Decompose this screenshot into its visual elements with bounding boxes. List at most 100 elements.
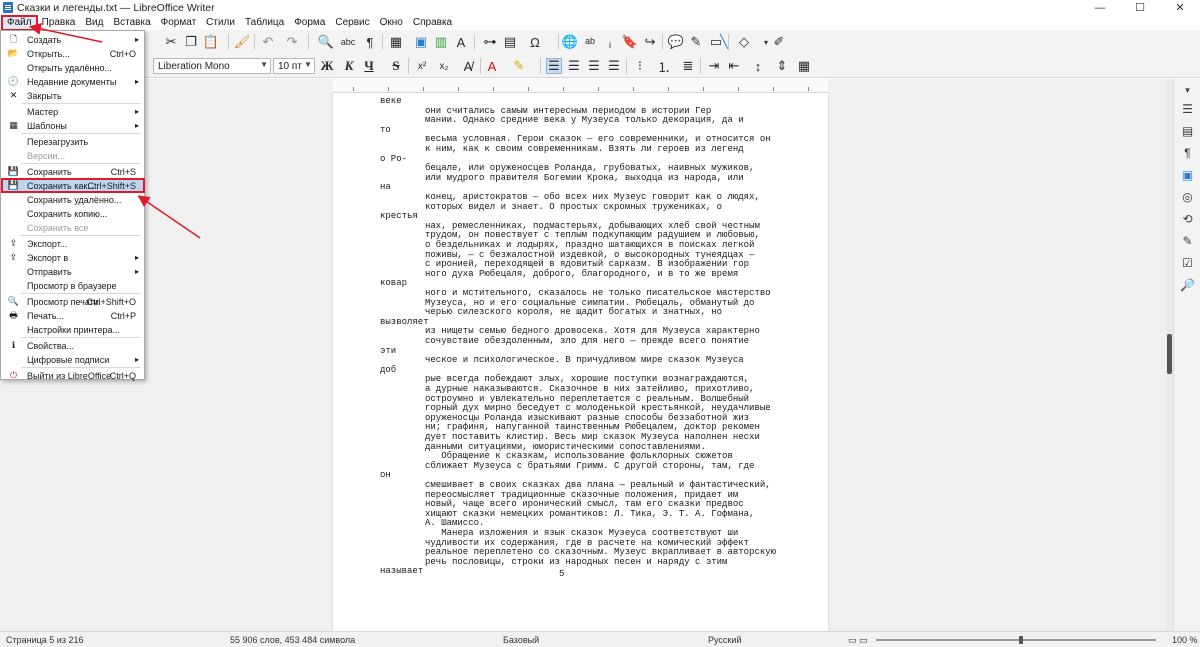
document-text-line[interactable]: Обращение к сказкам, использование фольк… — [425, 451, 733, 461]
document-text-line[interactable]: Музеуса, но и его социальные симпатии. Р… — [425, 298, 754, 308]
document-page[interactable]: веке они считались самым интересным перио… — [333, 93, 828, 631]
word-count[interactable]: 55 906 слов, 453 484 символа — [230, 635, 355, 645]
increase-indent-icon[interactable]: ⇥ — [706, 58, 722, 74]
strikethrough-icon[interactable]: S — [388, 58, 404, 74]
navigator-icon[interactable]: ◎ — [1180, 189, 1195, 204]
manage-changes-icon[interactable]: ⟲ — [1180, 211, 1195, 226]
document-text-line[interactable]: мании. Однако средние века у Музеуса тол… — [425, 115, 744, 125]
numbering-icon[interactable]: ⒈ — [656, 58, 672, 75]
sidebar-menu-icon[interactable]: ▾ — [1180, 83, 1195, 98]
align-right-icon[interactable]: ☰ — [586, 58, 602, 74]
menu-window[interactable]: Окно — [375, 16, 408, 30]
document-text-line[interactable]: трудом, он повествует с теплым подкупающ… — [425, 230, 760, 240]
close-button[interactable]: ✕ — [1160, 0, 1200, 15]
document-text-line[interactable]: ного и мстительного, сказалось не только… — [425, 288, 771, 298]
document-text-line[interactable]: сочувствие обездоленным, зло для него — … — [425, 336, 749, 346]
page-icon[interactable]: ▤ — [1180, 123, 1195, 138]
spelling-icon[interactable]: abc — [340, 34, 356, 50]
file-menu-item[interactable]: ▦ Шаблоны ▸ — [2, 119, 144, 132]
paragraph-spacing-icon[interactable]: ↕ — [750, 58, 766, 74]
menu-help[interactable]: Справка — [408, 16, 457, 30]
menu-file[interactable]: Файл — [1, 14, 38, 31]
paste-icon[interactable]: 📋 — [203, 34, 219, 50]
insert-textbox-icon[interactable]: A — [453, 34, 469, 50]
accessibility-check-icon[interactable]: ☑ — [1180, 255, 1195, 270]
file-menu-item[interactable]: Открыть удалённо... — [2, 61, 144, 74]
file-menu-item[interactable]: 🔍 Просмотр печати Ctrl+Shift+O — [2, 295, 144, 308]
footnote-icon[interactable]: ᵃᵇ — [582, 34, 598, 50]
document-text-line[interactable]: реальное переплетено со сказочным. Музеу… — [425, 547, 776, 557]
file-menu-item[interactable]: Перезагрузить — [2, 135, 144, 148]
vertical-scrollbar[interactable] — [1166, 79, 1173, 631]
zoom-slider[interactable] — [876, 636, 1156, 644]
scrollbar-thumb[interactable] — [1167, 334, 1172, 374]
document-text-line[interactable]: переосмысляет традиционные сказочные пол… — [425, 490, 738, 500]
undo-icon[interactable]: ↶ — [260, 34, 276, 50]
document-text-line[interactable]: нах, ремесленниках, подмастерьях, добыва… — [425, 221, 760, 231]
document-text-line[interactable]: новый, чаще всего иронический смысл, там… — [425, 499, 744, 509]
document-text-line[interactable]: оруженосцы Роланда изыскивают разные спо… — [425, 413, 749, 423]
maximize-button[interactable]: ☐ — [1120, 0, 1160, 15]
document-text-line[interactable]: хищают сказки немецких романтиков: Л. Ти… — [425, 509, 754, 519]
document-text-line[interactable]: черью силезского короля, не щадит богаты… — [425, 307, 722, 317]
menu-form[interactable]: Форма — [289, 16, 330, 30]
document-text-line[interactable]: о бездельниках и лодырях, праздно шатающ… — [425, 240, 754, 250]
comment-icon[interactable]: 💬 — [668, 34, 684, 50]
document-text-line[interactable]: а дурные наказываются. Сказочное в них з… — [425, 384, 754, 394]
insert-line-icon[interactable]: ╲ — [716, 34, 732, 50]
document-text-line[interactable]: речь пословицы, строки из народных песен… — [425, 557, 727, 567]
properties-icon[interactable]: ☰ — [1180, 101, 1195, 116]
file-menu-item[interactable]: 💾 Сохранить Ctrl+S — [2, 165, 144, 178]
italic-icon[interactable]: К — [341, 58, 357, 74]
insert-image-icon[interactable]: ▣ — [413, 34, 429, 50]
file-menu-item[interactable]: 💾 Сохранить как... Ctrl+Shift+S — [1, 178, 145, 193]
page-style[interactable]: Базовый — [503, 635, 539, 645]
document-text-line[interactable]: А. Шамиссо. — [425, 518, 484, 528]
document-text-line[interactable]: ни; графиня, напуганной таинственным Рюб… — [425, 422, 760, 432]
file-menu-item[interactable]: Просмотр в браузере — [2, 279, 144, 292]
file-menu-item[interactable]: Настройки принтера... — [2, 323, 144, 336]
file-menu-item[interactable]: Цифровые подписи ▸ — [2, 353, 144, 366]
redo-icon[interactable]: ↷ — [284, 34, 300, 50]
menu-edit[interactable]: Правка — [37, 16, 81, 30]
bullets-icon[interactable]: ⁝ — [632, 58, 648, 74]
bookmark-icon[interactable]: 🔖 — [622, 34, 638, 50]
font-size-box[interactable]: 10 пт ▼ — [273, 58, 315, 74]
document-text-line[interactable]: или мудрого правителя Богемии Крока, вых… — [425, 173, 744, 183]
decrease-indent-icon[interactable]: ⇤ — [726, 58, 742, 74]
chevron-down-icon[interactable]: ▼ — [304, 60, 312, 69]
document-text-line[interactable]: бецале, или оруженосцев Роланда, грубова… — [425, 163, 754, 173]
find-replace-icon[interactable]: 🔍 — [318, 34, 334, 50]
menu-insert[interactable]: Вставка — [108, 16, 155, 30]
file-menu-item[interactable]: Отправить ▸ — [2, 265, 144, 278]
document-text-line[interactable]: которых видел и знает. О простых скромны… — [425, 202, 722, 212]
formatting-marks-icon[interactable]: ¶ — [362, 34, 378, 50]
document-text-line[interactable]: весьма условная. Герои сказок — его совр… — [425, 134, 771, 144]
document-text-line[interactable]: дует поставить клистир. Весь мир сказок … — [425, 432, 760, 442]
file-menu-item[interactable]: ⇪ Экспорт... — [2, 237, 144, 250]
zoom-slider-knob[interactable] — [1019, 636, 1023, 644]
file-menu-item[interactable]: ℹ Свойства... — [2, 339, 144, 352]
bold-icon[interactable]: Ж — [319, 58, 335, 74]
cross-reference-icon[interactable]: ↪ — [642, 34, 658, 50]
view-layout-icon[interactable]: ▭ ▭ — [848, 635, 868, 646]
endnote-icon[interactable]: ᵢ — [602, 34, 618, 50]
outline-icon[interactable]: ≣ — [680, 58, 696, 74]
cut-icon[interactable]: ✂ — [163, 34, 179, 50]
document-text-line[interactable]: ческое и психологическое. В причудливом … — [425, 355, 744, 365]
basic-shapes-icon[interactable]: ◇ — [736, 34, 752, 50]
file-menu-item[interactable]: Мастер ▸ — [2, 105, 144, 118]
file-menu-item[interactable]: 📂 Открыть... Ctrl+O — [2, 47, 144, 60]
document-text-line[interactable]: горный дух мирно беседует с молоденькой … — [425, 403, 771, 413]
draw-functions-icon[interactable]: ✐ — [771, 34, 787, 50]
align-left-icon[interactable]: ☰ — [546, 58, 562, 74]
design-icon[interactable]: ✎ — [1180, 233, 1195, 248]
document-text-line[interactable]: из нищеты семью бедного дровосека. Хотя … — [425, 326, 760, 336]
copy-icon[interactable]: ❐ — [183, 34, 199, 50]
menu-format[interactable]: Формат — [156, 16, 202, 30]
font-color-icon[interactable]: A — [484, 58, 500, 74]
styles-icon[interactable]: ¶ — [1180, 145, 1195, 160]
text-language[interactable]: Русский — [708, 635, 741, 645]
menu-view[interactable]: Вид — [80, 16, 108, 30]
file-menu-item[interactable]: 🕘 Недавние документы ▸ — [2, 75, 144, 88]
